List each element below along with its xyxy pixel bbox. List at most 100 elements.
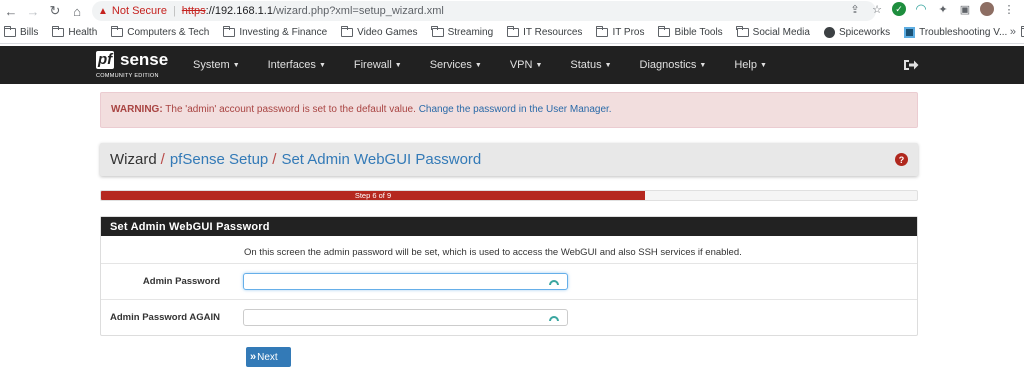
bookmark-item[interactable]: Bills <box>3 26 38 38</box>
extensions-puzzle-icon[interactable]: ✦ <box>936 2 950 16</box>
site-favicon-icon <box>904 27 916 38</box>
menu-interfaces[interactable]: Interfaces ▼ <box>268 59 326 71</box>
url-separator: | <box>172 5 176 17</box>
browser-toolbar: ← → ↻ ⌂ ▲ Not Secure | https://192.168.1… <box>0 0 1024 22</box>
menu-label: Firewall <box>353 59 392 71</box>
extension-shield-icon[interactable]: ◠ <box>914 1 928 16</box>
more-bookmarks-chevron-icon[interactable]: » <box>1010 26 1016 38</box>
folder-icon <box>736 26 749 37</box>
admin-password-again-input[interactable] <box>243 309 568 326</box>
bookmark-item[interactable]: Spiceworks <box>823 27 891 38</box>
browser-menu-icon[interactable]: ⋮ <box>1002 2 1016 16</box>
caret-down-icon: ▼ <box>474 62 482 69</box>
url-host: ://192.168.1.1 <box>205 5 273 17</box>
double-chevron-right-icon: » <box>250 351 256 363</box>
bookmark-item[interactable]: Bible Tools <box>658 26 723 38</box>
breadcrumb-root: Wizard <box>110 151 157 168</box>
folder-icon <box>596 26 609 37</box>
panel-description: On this screen the admin password will b… <box>244 247 742 258</box>
panel-title: Set Admin WebGUI Password <box>101 217 917 236</box>
menu-status[interactable]: Status ▼ <box>570 59 611 71</box>
pfsense-logo[interactable]: pf sense COMMUNITY EDITION <box>96 50 168 81</box>
menu-firewall[interactable]: Firewall ▼ <box>354 59 402 71</box>
bookmark-label: IT Pros <box>612 27 645 38</box>
logo-edition-text: COMMUNITY EDITION <box>96 73 159 79</box>
logout-icon[interactable] <box>903 58 919 72</box>
default-password-warning: WARNING: The 'admin' account password is… <box>100 92 918 128</box>
folder-icon <box>3 26 16 37</box>
bookmark-label: Investing & Finance <box>239 27 328 38</box>
breadcrumb-divider: / <box>272 151 277 168</box>
menu-system[interactable]: System ▼ <box>193 59 240 71</box>
menu-label: Status <box>570 59 602 71</box>
bookmark-item[interactable]: IT Pros <box>596 26 645 38</box>
folder-icon <box>52 26 65 37</box>
breadcrumb-divider: / <box>160 151 165 168</box>
menu-vpn[interactable]: VPN ▼ <box>510 59 543 71</box>
warning-triangle-icon: ▲ <box>98 5 108 17</box>
caret-down-icon: ▼ <box>318 62 326 69</box>
bookmarks-bar: Bills Health Computers & Tech Investing & F… <box>0 22 1024 44</box>
wizard-progress: Step 6 of 9 <box>100 190 918 201</box>
password-manager-icon[interactable] <box>549 277 559 286</box>
side-panel-icon[interactable]: ▣ <box>958 2 972 16</box>
breadcrumb: Wizard / pfSense Setup / Set Admin WebGU… <box>100 143 918 176</box>
caret-down-icon: ▼ <box>535 62 543 69</box>
warning-prefix: WARNING: <box>111 104 163 115</box>
next-button[interactable]: » Next <box>246 347 291 367</box>
panel-description-row: On this screen the admin password will b… <box>101 236 917 264</box>
folder-icon <box>506 26 520 37</box>
bookmark-item[interactable]: Social Media <box>736 26 810 38</box>
menu-help[interactable]: Help ▼ <box>734 59 767 71</box>
profile-avatar[interactable] <box>980 2 994 16</box>
bookmark-item[interactable]: Computers & Tech <box>110 26 210 38</box>
admin-password-label: Admin Password <box>142 276 220 287</box>
breadcrumb-pfsense-setup[interactable]: pfSense Setup <box>170 151 268 168</box>
home-icon[interactable]: ⌂ <box>66 0 88 22</box>
admin-password-again-label: Admin Password AGAIN <box>110 312 220 323</box>
menu-label: VPN <box>509 59 533 71</box>
menu-label: Diagnostics <box>639 59 697 71</box>
menu-services[interactable]: Services ▼ <box>430 59 482 71</box>
back-icon[interactable]: ← <box>0 0 22 22</box>
folder-icon <box>340 26 354 37</box>
caret-down-icon: ▼ <box>232 62 240 69</box>
admin-password-input[interactable] <box>243 273 568 290</box>
bookmark-label: Bible Tools <box>674 27 723 38</box>
bookmark-item[interactable]: Streaming <box>431 26 494 38</box>
menu-diagnostics[interactable]: Diagnostics ▼ <box>640 59 707 71</box>
bookmark-label: Health <box>68 27 98 38</box>
bookmark-label: Spiceworks <box>838 27 891 38</box>
bookmark-item[interactable]: Investing & Finance <box>223 26 328 38</box>
forward-icon[interactable]: → <box>22 0 44 22</box>
bookmark-label: Streaming <box>447 27 494 38</box>
logo-sense-text: sense <box>120 50 169 69</box>
folder-icon <box>431 26 444 37</box>
caret-down-icon: ▼ <box>759 62 767 69</box>
bookmark-item[interactable]: Troubleshooting V... <box>904 27 1007 38</box>
bookmark-item[interactable]: Video Games <box>340 26 418 38</box>
bookmark-label: Computers & Tech <box>127 27 210 38</box>
help-icon[interactable]: ? <box>895 153 908 166</box>
bookmark-item[interactable]: IT Resources <box>506 26 582 38</box>
folder-icon <box>110 26 124 37</box>
pfsense-navbar: pf sense COMMUNITY EDITION System ▼ Interf… <box>0 46 1024 84</box>
url-path: /wizard.php?xml=setup_wizard.xml <box>272 5 444 17</box>
extension-check-icon[interactable]: ✓ <box>892 2 906 16</box>
admin-password-panel: Set Admin WebGUI Password On this screen… <box>100 216 918 336</box>
caret-down-icon: ▼ <box>394 62 402 69</box>
folder-icon <box>658 26 671 37</box>
caret-down-icon: ▼ <box>699 62 707 69</box>
menu-label: Services <box>429 59 472 71</box>
folder-icon <box>223 26 236 37</box>
reload-icon[interactable]: ↻ <box>44 0 66 22</box>
address-bar[interactable]: ▲ Not Secure | https://192.168.1.1/wizar… <box>92 1 876 21</box>
password-manager-icon[interactable] <box>549 313 559 322</box>
breadcrumb-current-page[interactable]: Set Admin WebGUI Password <box>281 151 481 168</box>
bookmark-item[interactable]: Health <box>52 26 98 38</box>
user-manager-link[interactable]: Change the password in the User Manager. <box>419 104 612 115</box>
bookmark-star-icon[interactable]: ☆ <box>870 2 884 16</box>
admin-password-row: Admin Password <box>101 264 917 300</box>
menu-label: System <box>193 59 230 71</box>
share-icon[interactable]: ⇪ <box>848 2 862 16</box>
